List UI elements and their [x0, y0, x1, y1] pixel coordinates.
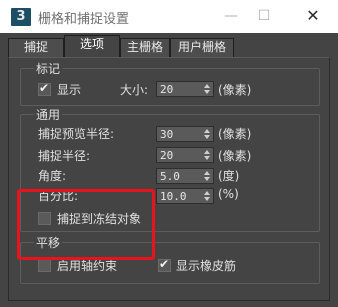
rubber-band-label: 显示橡皮筋: [176, 259, 237, 273]
up-down-arrows-icon[interactable]: [204, 83, 211, 95]
app-3dsmax-icon: 3: [11, 8, 31, 26]
up-down-arrows-icon[interactable]: [204, 149, 211, 161]
red-highlight-annotation: [17, 189, 155, 260]
up-down-arrows-icon[interactable]: [204, 170, 211, 182]
display-marker-label: 显示: [57, 83, 82, 97]
general-group-title: 通用: [34, 106, 63, 123]
marker-size-spinner[interactable]: [156, 81, 214, 97]
angle-label: 角度:: [38, 169, 67, 183]
snap-radius-spinner[interactable]: [156, 147, 214, 163]
marker-size-input[interactable]: [160, 83, 200, 96]
close-button[interactable]: ✕: [298, 5, 328, 27]
tab-user-grids[interactable]: 用户栅格: [170, 38, 234, 57]
preview-radius-input[interactable]: [160, 128, 200, 141]
display-marker-checkbox[interactable]: [38, 81, 51, 96]
preview-radius-unit: (像素): [218, 127, 252, 141]
title-bar: 3 栅格和捕捉设置 — ☐ ✕: [0, 0, 338, 33]
rubber-band-checkbox[interactable]: [158, 257, 171, 272]
marker-group-title: 标记: [34, 60, 63, 77]
preview-radius-label: 捕捉预览半径:: [38, 127, 115, 141]
angle-spinner[interactable]: [156, 168, 214, 184]
marker-size-unit: (像素): [218, 83, 252, 97]
percent-unit: (%): [218, 187, 239, 201]
axis-constraint-checkbox[interactable]: [38, 259, 51, 272]
snap-radius-input[interactable]: [160, 149, 200, 162]
snap-radius-unit: (像素): [218, 149, 252, 163]
up-down-arrows-icon[interactable]: [204, 190, 211, 202]
maximize-button[interactable]: ☐: [249, 5, 279, 27]
snap-radius-label: 捕捉半径:: [38, 149, 91, 163]
angle-unit: (度): [218, 169, 240, 183]
up-down-arrows-icon[interactable]: [204, 128, 211, 140]
tab-options[interactable]: 选项: [64, 35, 120, 58]
angle-input[interactable]: [160, 170, 200, 183]
minimize-button[interactable]: —: [216, 5, 246, 27]
percent-input[interactable]: [160, 190, 200, 203]
preview-radius-spinner[interactable]: [156, 126, 214, 142]
tab-snaps[interactable]: 捕捉: [8, 38, 64, 57]
tab-home-grid[interactable]: 主栅格: [120, 38, 170, 57]
marker-size-label: 大小:: [120, 83, 149, 97]
window-title: 栅格和捕捉设置: [38, 12, 130, 27]
percent-spinner[interactable]: [156, 188, 214, 204]
